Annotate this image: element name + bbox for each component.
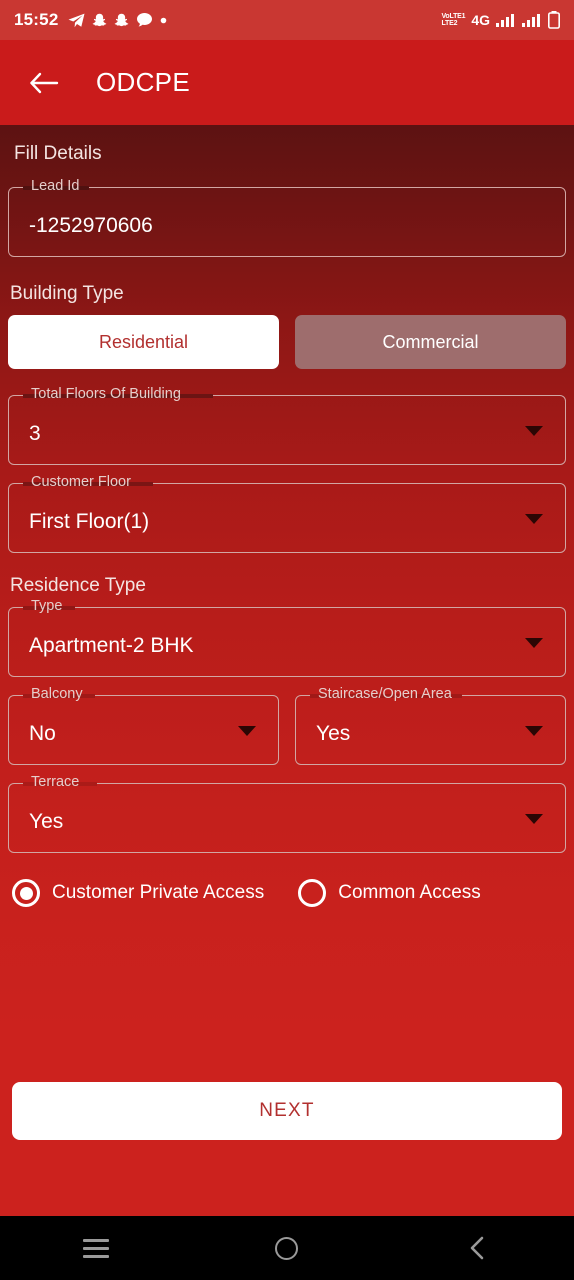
system-nav-bar — [0, 1216, 574, 1280]
terrace-value: Yes — [29, 810, 64, 833]
arrow-left-icon[interactable] — [16, 55, 72, 111]
status-notification-icons — [68, 12, 167, 28]
volte-label-top: VoLTE1 — [441, 13, 466, 20]
recents-icon[interactable] — [61, 1224, 131, 1272]
total-floors-value: 3 — [29, 422, 41, 445]
telegram-icon — [68, 13, 85, 27]
access-radio-group: Customer Private Access Common Access — [12, 879, 562, 907]
lead-id-field[interactable]: Lead Id -1252970606 — [8, 178, 566, 257]
radio-customer-private-access[interactable]: Customer Private Access — [12, 879, 264, 907]
balcony-value: No — [29, 722, 56, 745]
status-time: 15:52 — [14, 10, 59, 29]
chevron-down-icon[interactable] — [525, 514, 543, 524]
signal-bars-icon — [496, 13, 514, 27]
status-bar: 15:52 VoLTE1 LTE2 4G — [0, 0, 574, 40]
building-type-commercial-button[interactable]: Commercial — [295, 315, 566, 369]
form-content: Fill Details Lead Id -1252970606 Buildin… — [0, 125, 574, 1150]
home-icon[interactable] — [252, 1224, 322, 1272]
building-type-heading: Building Type — [10, 283, 124, 304]
staircase-dropdown[interactable]: Staircase/Open Area Yes — [295, 686, 566, 765]
customer-floor-dropdown[interactable]: Customer Floor First Floor(1) — [8, 474, 566, 553]
residence-type-value: Apartment-2 BHK — [29, 634, 194, 657]
customer-floor-value: First Floor(1) — [29, 510, 150, 533]
customer-floor-label: Customer Floor — [31, 474, 131, 490]
building-type-residential-button[interactable]: Residential — [8, 315, 279, 369]
snapchat-icon — [115, 13, 129, 26]
phone-screen: 15:52 VoLTE1 LTE2 4G ODCPE Fill Details … — [0, 0, 574, 1280]
volte-icon: VoLTE1 LTE2 — [441, 13, 465, 27]
balcony-staircase-row: Balcony No Staircase/Open Area Yes — [0, 686, 574, 765]
chevron-down-icon[interactable] — [525, 638, 543, 648]
residence-type-dropdown[interactable]: Type Apartment-2 BHK — [8, 598, 566, 677]
network-type-label: 4G — [471, 12, 490, 28]
radio-button-icon[interactable] — [298, 879, 327, 907]
next-button[interactable]: NEXT — [12, 1082, 562, 1140]
chevron-down-icon[interactable] — [525, 814, 543, 824]
lead-id-value: -1252970606 — [29, 214, 153, 237]
total-floors-dropdown[interactable]: Total Floors Of Building 3 — [8, 386, 566, 465]
radio-button-icon[interactable] — [12, 879, 40, 907]
fill-details-heading: Fill Details — [14, 143, 102, 164]
dot-icon — [161, 17, 167, 23]
app-bar: ODCPE — [0, 40, 574, 125]
residence-type-heading: Residence Type — [10, 575, 146, 596]
volte-label-bottom: LTE2 — [441, 20, 458, 27]
terrace-dropdown[interactable]: Terrace Yes — [8, 774, 566, 853]
lead-id-label: Lead Id — [31, 178, 80, 194]
balcony-dropdown[interactable]: Balcony No — [8, 686, 279, 765]
chevron-down-icon[interactable] — [238, 726, 256, 736]
radio-common-access[interactable]: Common Access — [298, 879, 481, 907]
building-type-toggle-group: Residential Commercial — [8, 315, 566, 369]
terrace-label: Terrace — [31, 774, 80, 790]
staircase-label: Staircase/Open Area — [318, 686, 452, 702]
radio-label: Common Access — [338, 882, 481, 903]
page-title: ODCPE — [96, 67, 190, 97]
staircase-value: Yes — [316, 722, 351, 745]
signal-bars-icon — [522, 13, 540, 27]
chat-bubble-icon — [137, 13, 153, 27]
total-floors-label: Total Floors Of Building — [31, 386, 181, 402]
snapchat-icon — [93, 13, 107, 26]
status-system-icons: VoLTE1 LTE2 4G — [441, 11, 560, 29]
radio-label: Customer Private Access — [52, 882, 265, 903]
chevron-down-icon[interactable] — [525, 726, 543, 736]
residence-type-label: Type — [31, 598, 63, 614]
balcony-label: Balcony — [31, 686, 83, 702]
battery-icon — [548, 11, 560, 29]
chevron-down-icon[interactable] — [525, 426, 543, 436]
back-icon[interactable] — [443, 1224, 513, 1272]
